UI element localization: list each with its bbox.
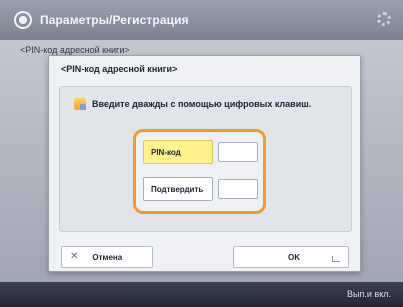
ok-button-label: OK <box>288 252 300 262</box>
title-bar: Параметры/Регистрация <box>0 0 403 40</box>
entry-panel: Введите дважды с помощью цифровых клавиш… <box>59 86 352 232</box>
settings-icon <box>14 11 32 29</box>
cancel-button-label: Отмена <box>92 252 123 262</box>
background-screen-label: <PIN-код адресной книги> <box>20 45 130 55</box>
screen-title: Параметры/Регистрация <box>40 13 189 27</box>
dialog-title: <PIN-код адресной книги> <box>61 64 178 74</box>
confirm-field[interactable] <box>218 179 258 199</box>
pin-code-dialog: <PIN-код адресной книги> Введите дважды … <box>48 55 361 272</box>
instruction-text-row: Введите дважды с помощью цифровых клавиш… <box>74 98 311 110</box>
cancel-button[interactable]: ✕ Отмена <box>61 246 153 268</box>
ok-button[interactable]: OK <box>233 246 349 268</box>
status-bar: Вып.и вкл. <box>0 282 403 307</box>
close-icon: ✕ <box>70 251 79 262</box>
status-text: Вып.и вкл. <box>347 289 391 299</box>
confirm-button[interactable]: Подтвердить <box>143 177 213 201</box>
pin-code-field[interactable] <box>218 142 258 162</box>
instruction-text: Введите дважды с помощью цифровых клавиш… <box>92 99 312 109</box>
enter-icon <box>332 256 340 262</box>
pin-entry-group: PIN-код Подтвердить <box>133 129 266 214</box>
pin-code-button[interactable]: PIN-код <box>143 140 213 164</box>
info-icon <box>74 98 86 110</box>
gear-icon[interactable] <box>377 12 391 26</box>
main-screen: Параметры/Регистрация <PIN-код адресной … <box>0 0 403 307</box>
